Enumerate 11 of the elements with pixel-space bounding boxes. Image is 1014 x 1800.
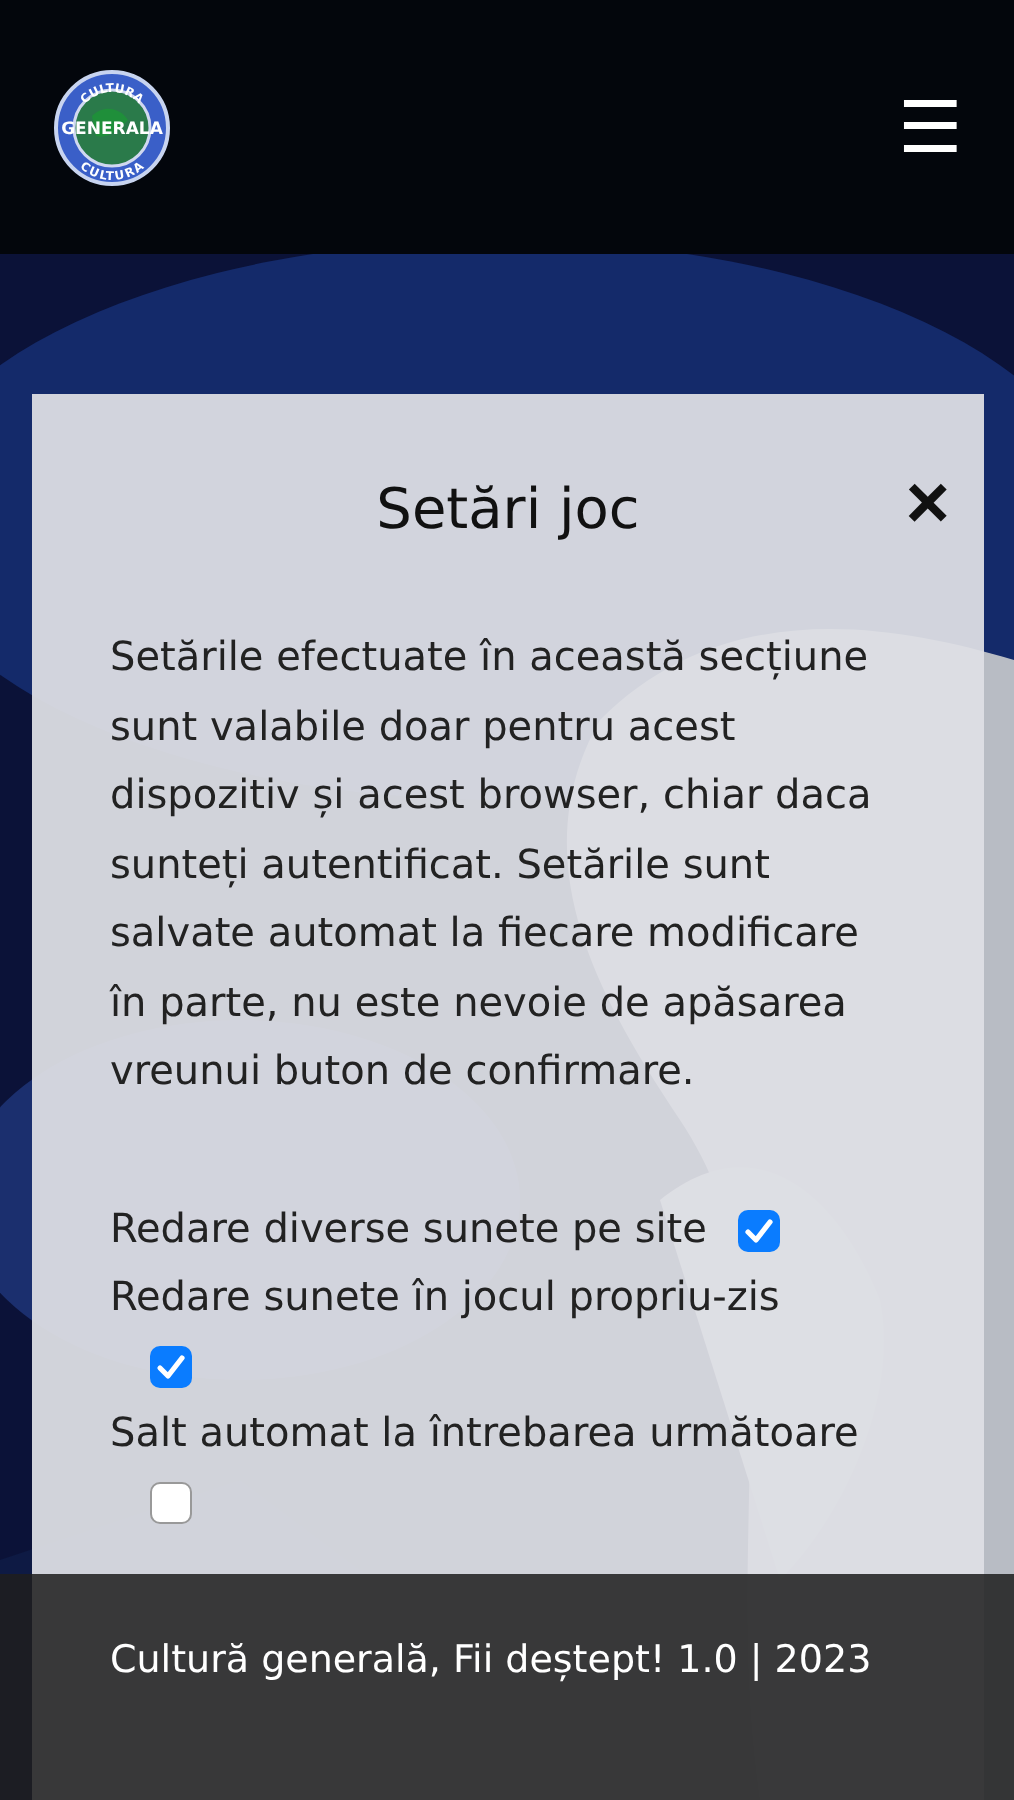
setting-label: Salt automat la întrebarea următoare xyxy=(110,1407,859,1455)
intro-text: Setările efectuate în această secțiune sunt valabile doar pentru acest dispozitiv și acest browser, chiar daca sunteți autentificat. Setările sunt salvate automat la fiecare modificare în parte, nu este nevoie de apăsarea vreunui buton de confirmare. xyxy=(110,630,874,1098)
dialog-title: Setări joc xyxy=(376,475,640,541)
close-button[interactable]: × xyxy=(905,466,950,542)
checkbox[interactable] xyxy=(150,1345,192,1388)
menu-button[interactable]: ☰ xyxy=(898,91,962,163)
checkbox[interactable] xyxy=(150,1481,192,1524)
footer-text: Cultură generală, Fii deștept! 1.0 | 2023 xyxy=(110,1638,872,1682)
setting-label: Redare sunete în jocul propriu-zis xyxy=(110,1271,780,1319)
checkbox[interactable] xyxy=(738,1209,781,1252)
setting-label: Redare diverse sunete pe site xyxy=(110,1203,707,1251)
